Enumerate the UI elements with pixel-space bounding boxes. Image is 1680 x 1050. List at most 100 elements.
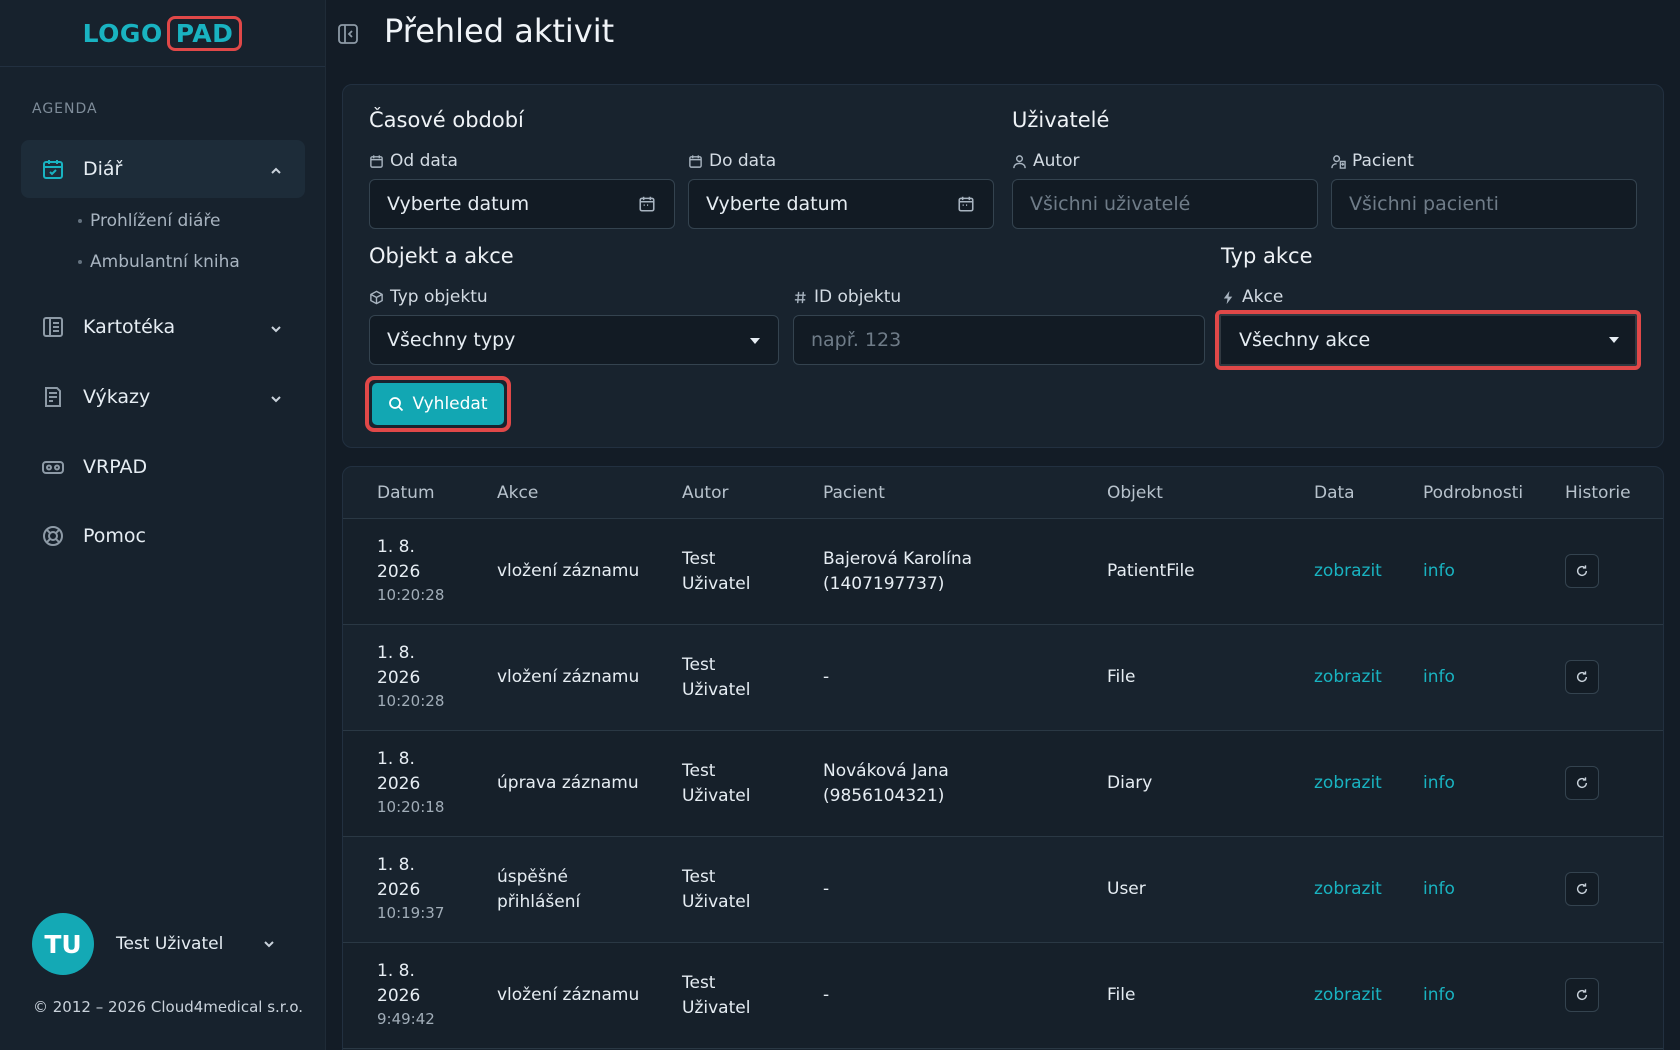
action-line1: vložení záznamu bbox=[497, 985, 640, 1005]
sidebar-item-pomoc[interactable]: Pomoc bbox=[21, 507, 305, 565]
info-link[interactable]: info bbox=[1423, 559, 1455, 584]
avatar: TU bbox=[32, 913, 94, 975]
column-header-data[interactable]: Data bbox=[1314, 483, 1355, 503]
lifebuoy-icon bbox=[41, 524, 65, 548]
object-type-select[interactable]: Všechny typy bbox=[369, 315, 779, 365]
cell-patient: - bbox=[823, 983, 829, 1008]
column-header-historie[interactable]: Historie bbox=[1565, 483, 1631, 503]
date-day: 1. 8. bbox=[377, 855, 415, 875]
bullet-dot bbox=[78, 219, 82, 223]
cell-patient: - bbox=[823, 665, 829, 690]
cell-author: Test Uživatel bbox=[682, 547, 750, 597]
chevron-down-icon bbox=[269, 319, 283, 341]
sidebar: LOGO PAD AGENDA Diář Prohlížení diáře Am… bbox=[0, 0, 326, 1050]
refresh-icon bbox=[1575, 988, 1589, 1002]
sidebar-collapse-icon[interactable] bbox=[336, 22, 360, 46]
history-button[interactable] bbox=[1565, 766, 1599, 800]
history-button[interactable] bbox=[1565, 554, 1599, 588]
to-date-input[interactable]: Vyberte datum bbox=[688, 179, 994, 229]
info-link[interactable]: info bbox=[1423, 665, 1455, 690]
hash-icon bbox=[793, 290, 808, 305]
sidebar-item-label: Kartotéka bbox=[83, 316, 176, 338]
user-name: Test Uživatel bbox=[116, 934, 224, 954]
column-header-datum[interactable]: Datum bbox=[377, 483, 435, 503]
data-link[interactable]: zobrazit bbox=[1314, 983, 1382, 1008]
group-title-users: Uživatelé bbox=[1012, 108, 1110, 132]
refresh-icon bbox=[1575, 564, 1589, 578]
chevron-down-icon bbox=[262, 936, 276, 955]
patient-label: Pacient bbox=[1331, 151, 1414, 171]
patient-line1: Bajerová Karolína bbox=[823, 549, 973, 569]
date-year: 2026 bbox=[377, 880, 421, 900]
action-select[interactable]: Všechny akce bbox=[1215, 310, 1641, 370]
group-title-object: Objekt a akce bbox=[369, 244, 514, 268]
group-title-action: Typ akce bbox=[1221, 244, 1313, 268]
sidebar-subitem-label: Prohlížení diáře bbox=[90, 211, 221, 231]
column-header-akce[interactable]: Akce bbox=[497, 483, 538, 503]
date-day: 1. 8. bbox=[377, 537, 415, 557]
object-id-label: ID objektu bbox=[793, 287, 901, 307]
from-date-input[interactable]: Vyberte datum bbox=[369, 179, 675, 229]
cell-author: Test Uživatel bbox=[682, 865, 750, 915]
object-id-input[interactable]: např. 123 bbox=[793, 315, 1205, 365]
cell-date: 1. 8. 2026 9:49:42 bbox=[377, 959, 435, 1029]
cell-object: Diary bbox=[1107, 773, 1153, 793]
sidebar-subitem-prohlizeni-diare[interactable]: Prohlížení diáře bbox=[78, 211, 220, 231]
date-day: 1. 8. bbox=[377, 643, 415, 663]
sidebar-item-vrpad[interactable]: VRPAD bbox=[21, 438, 305, 496]
data-link[interactable]: zobrazit bbox=[1314, 665, 1382, 690]
logo-text-part2: PAD bbox=[166, 15, 243, 51]
sidebar-item-diar[interactable]: Diář bbox=[21, 140, 305, 198]
data-link[interactable]: zobrazit bbox=[1314, 771, 1382, 796]
group-title-time: Časové období bbox=[369, 108, 524, 132]
info-link[interactable]: info bbox=[1423, 771, 1455, 796]
cell-author: Test Uživatel bbox=[682, 653, 750, 703]
author-input[interactable]: Všichni uživatelé bbox=[1012, 179, 1318, 229]
patient-line2: (1407197737) bbox=[823, 574, 945, 594]
action-line1: vložení záznamu bbox=[497, 667, 640, 687]
author-line1: Test bbox=[682, 549, 716, 569]
author-line1: Test bbox=[682, 655, 716, 675]
sidebar-subitem-ambulantni-kniha[interactable]: Ambulantní kniha bbox=[78, 252, 240, 272]
history-button[interactable] bbox=[1565, 872, 1599, 906]
date-year: 2026 bbox=[377, 774, 421, 794]
data-link[interactable]: zobrazit bbox=[1314, 877, 1382, 902]
table-row: 1. 8. 2026 10:20:28 vložení záznamu Test Uživ… bbox=[343, 519, 1663, 625]
sidebar-item-label: VRPAD bbox=[83, 456, 148, 478]
author-line2: Uživatel bbox=[682, 680, 751, 700]
cell-date: 1. 8. 2026 10:20:28 bbox=[377, 641, 444, 711]
info-link[interactable]: info bbox=[1423, 983, 1455, 1008]
author-line2: Uživatel bbox=[682, 998, 751, 1018]
date-time: 10:20:28 bbox=[377, 692, 445, 710]
logo[interactable]: LOGO PAD bbox=[83, 15, 243, 51]
search-icon bbox=[388, 396, 404, 412]
action-label: Akce bbox=[1221, 287, 1283, 307]
date-time: 10:20:28 bbox=[377, 586, 445, 604]
table-body: 1. 8. 2026 10:20:28 vložení záznamu Test Uživ… bbox=[343, 519, 1663, 1049]
chevron-up-icon bbox=[269, 161, 283, 183]
data-link[interactable]: zobrazit bbox=[1314, 559, 1382, 584]
column-header-objekt[interactable]: Objekt bbox=[1107, 483, 1163, 503]
chevron-down-icon bbox=[269, 389, 283, 411]
patient-input[interactable]: Všichni pacienti bbox=[1331, 179, 1637, 229]
lightning-icon bbox=[1221, 290, 1236, 305]
search-button-highlight: Vyhledat bbox=[365, 376, 511, 432]
info-link[interactable]: info bbox=[1423, 877, 1455, 902]
history-button[interactable] bbox=[1565, 660, 1599, 694]
action-line1: vložení záznamu bbox=[497, 561, 640, 581]
user-menu[interactable]: TU Test Uživatel bbox=[32, 912, 292, 976]
column-header-pacient[interactable]: Pacient bbox=[823, 483, 885, 503]
table-row: 1. 8. 2026 10:20:28 vložení záznamu Test Uživ… bbox=[343, 625, 1663, 731]
column-header-podrobnosti[interactable]: Podrobnosti bbox=[1423, 483, 1523, 503]
activity-table: Datum Akce Autor Pacient Objekt Data Pod… bbox=[342, 466, 1664, 1050]
column-header-autor[interactable]: Autor bbox=[682, 483, 728, 503]
cell-action: vložení záznamu bbox=[497, 665, 639, 690]
action-line1: úprava záznamu bbox=[497, 773, 639, 793]
date-time: 9:49:42 bbox=[377, 1010, 435, 1028]
sidebar-subitem-label: Ambulantní kniha bbox=[90, 252, 240, 272]
sidebar-item-vykazy[interactable]: Výkazy bbox=[21, 368, 305, 426]
sidebar-item-kartoteka[interactable]: Kartotéka bbox=[21, 298, 305, 356]
search-button[interactable]: Vyhledat bbox=[372, 383, 504, 425]
action-line1: úspěšné bbox=[497, 867, 568, 887]
history-button[interactable] bbox=[1565, 978, 1599, 1012]
